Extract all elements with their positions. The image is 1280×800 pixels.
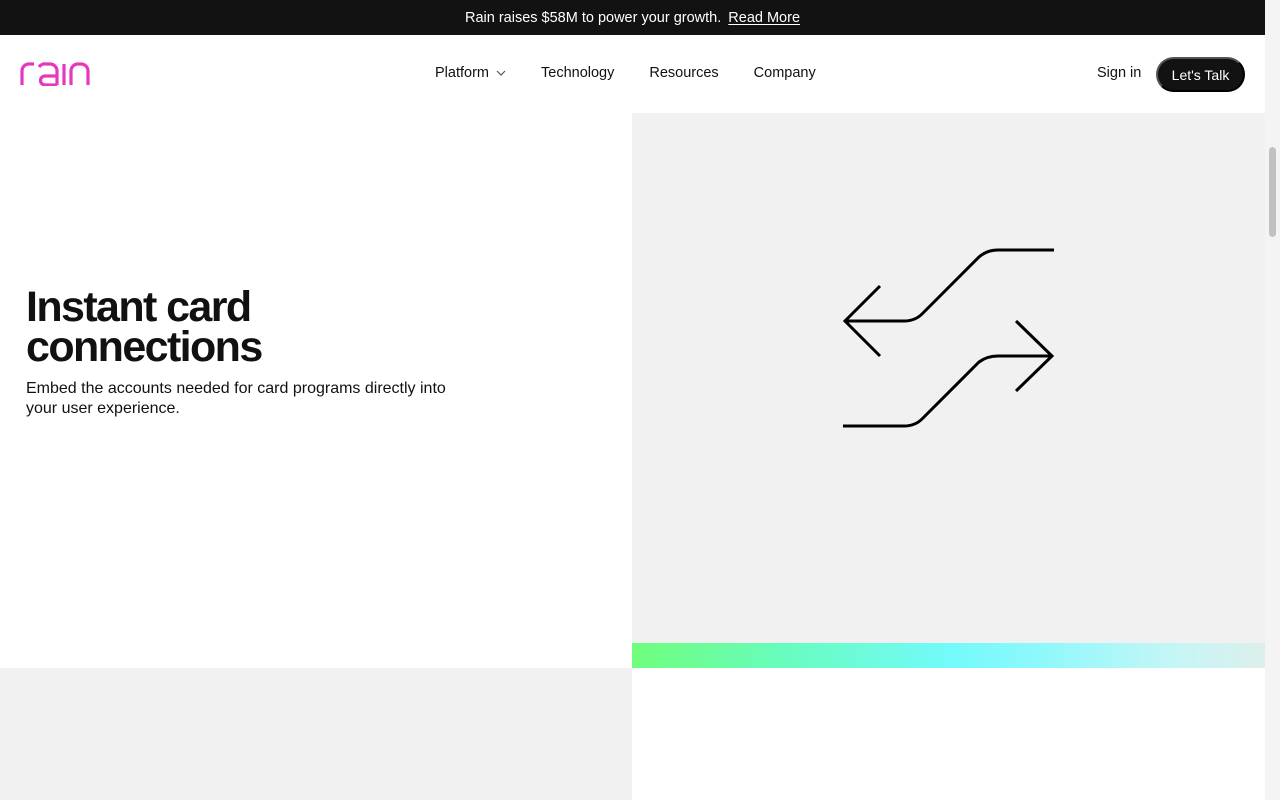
nav-item-resources[interactable]: Resources: [649, 65, 718, 81]
read-more-link[interactable]: Read More: [728, 10, 800, 26]
lets-talk-button[interactable]: Let's Talk: [1156, 57, 1245, 92]
nav-item-label: Resources: [649, 65, 719, 81]
hero-text-panel: Instant card connections Embed the accou…: [0, 113, 632, 668]
bidirectional-arrows-icon: [842, 248, 1055, 428]
hero-illustration-panel: [632, 113, 1265, 643]
nav-item-label: Company: [753, 65, 816, 81]
rain-logo[interactable]: [20, 62, 92, 86]
hero-title: Instant card connections: [26, 286, 406, 369]
main-nav: Platform Technology Resources Company Si…: [0, 35, 1265, 113]
nav-item-platform[interactable]: Platform: [435, 65, 506, 81]
nav-item-label: Technology: [541, 65, 615, 81]
scrollbar-thumb[interactable]: [1269, 147, 1276, 237]
nav-item-technology[interactable]: Technology: [541, 65, 614, 81]
primary-menu: Platform Technology Resources Company: [435, 65, 816, 81]
hero-title-line: connections: [26, 323, 263, 371]
gradient-divider: [632, 643, 1265, 668]
next-section-right: [632, 668, 1265, 800]
nav-item-company[interactable]: Company: [754, 65, 816, 81]
nav-item-label: Platform: [435, 65, 489, 81]
page-scrollbar[interactable]: [1265, 0, 1280, 800]
hero-subtitle: Embed the accounts needed for card progr…: [26, 380, 446, 417]
chevron-down-icon: [496, 70, 506, 76]
next-section-left: [0, 668, 632, 800]
announcement-text: Rain raises $58M to power your growth.: [464, 9, 722, 26]
sign-in-link[interactable]: Sign in: [1097, 65, 1141, 81]
announcement-bar: Rain raises $58M to power your growth. R…: [0, 0, 1265, 35]
